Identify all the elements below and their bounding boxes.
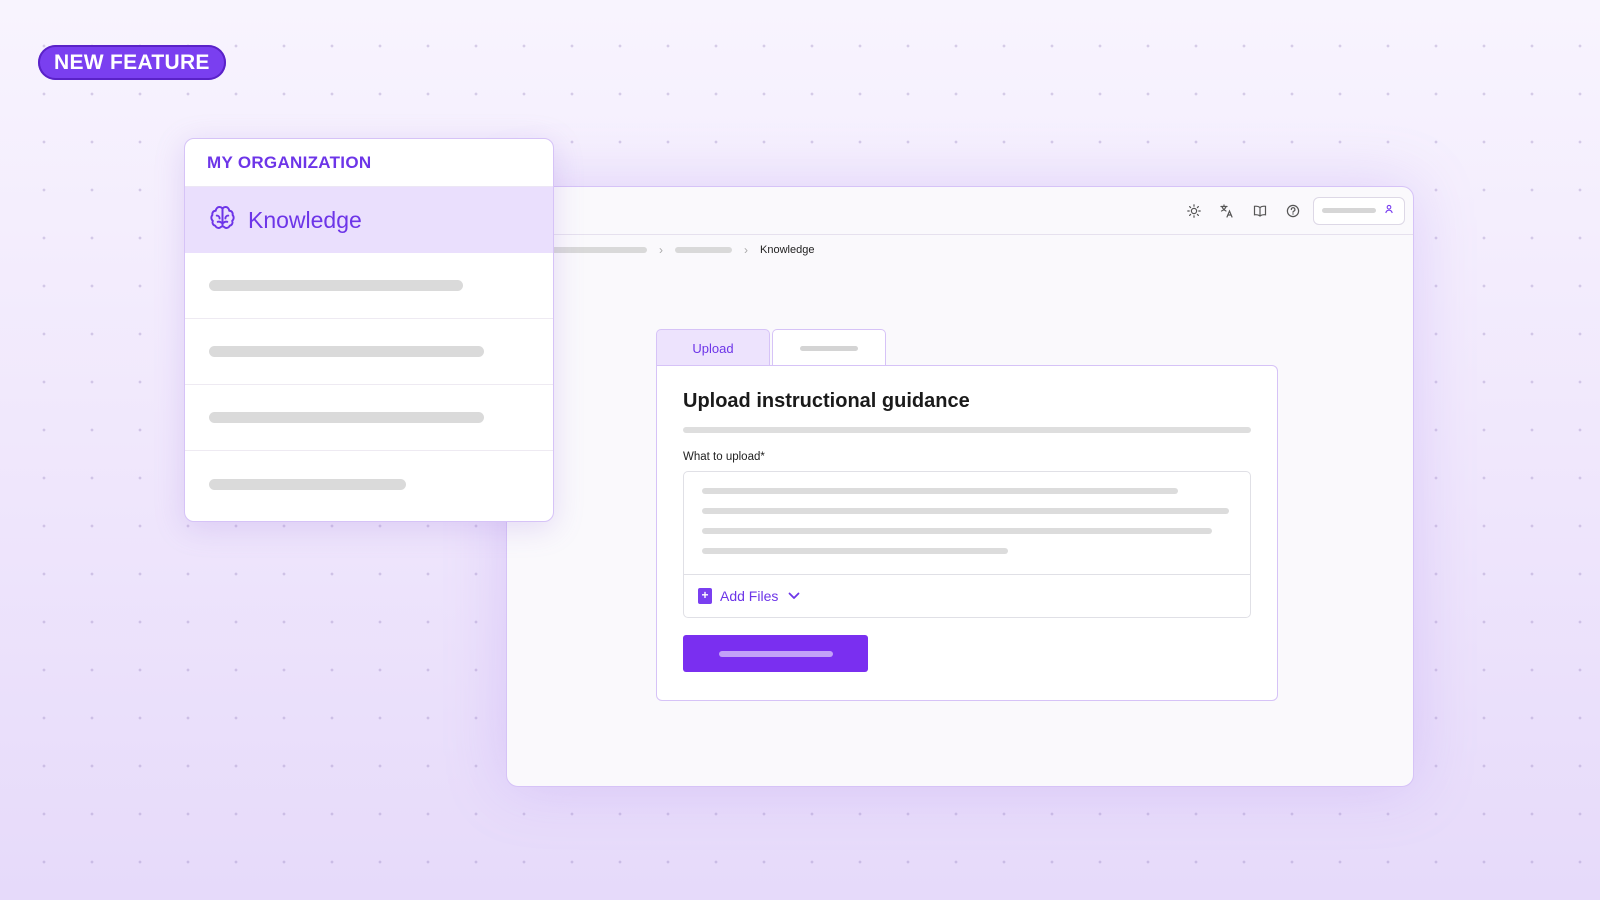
app-window: › › Knowledge Upload Upload instructiona…: [506, 186, 1414, 787]
translate-icon[interactable]: [1210, 194, 1243, 227]
sidebar-item-placeholder[interactable]: [185, 385, 553, 451]
text-line-placeholder: [702, 528, 1212, 534]
tab-upload[interactable]: Upload: [656, 329, 770, 366]
text-line-placeholder: [702, 548, 1008, 554]
tab-label-placeholder: [800, 345, 858, 351]
sidebar-item-placeholder[interactable]: [185, 319, 553, 385]
file-add-icon: +: [698, 588, 712, 604]
sidebar-item-placeholder[interactable]: [185, 451, 553, 517]
item-label-placeholder: [209, 280, 463, 291]
field-label: What to upload*: [683, 451, 765, 463]
tab-bar: Upload: [656, 329, 886, 366]
submit-button[interactable]: [683, 635, 868, 672]
top-bar: [507, 187, 1413, 235]
textarea-content-placeholder: [684, 472, 1250, 554]
add-files-button[interactable]: + Add Files: [684, 574, 1250, 617]
book-icon[interactable]: [1243, 194, 1276, 227]
text-line-placeholder: [702, 508, 1229, 514]
add-files-label: Add Files: [720, 588, 779, 604]
organization-panel: MY ORGANIZATION Knowledge: [184, 138, 554, 522]
description-placeholder: [683, 427, 1251, 433]
tab-placeholder[interactable]: [772, 329, 886, 366]
user-menu[interactable]: [1313, 196, 1405, 225]
breadcrumb-item-placeholder[interactable]: [675, 247, 732, 253]
submit-label-placeholder: [718, 650, 833, 657]
breadcrumb-item-placeholder[interactable]: [547, 247, 647, 253]
new-feature-badge: NEW FEATURE: [38, 45, 226, 80]
chevron-down-icon: [788, 589, 800, 603]
help-icon[interactable]: [1276, 194, 1309, 227]
item-label-placeholder: [209, 478, 406, 490]
breadcrumb: › › Knowledge: [547, 243, 814, 257]
item-label-placeholder: [209, 346, 484, 357]
upload-card: Upload instructional guidance What to up…: [656, 365, 1278, 701]
text-line-placeholder: [702, 488, 1178, 494]
brain-icon: [209, 204, 236, 237]
item-label-placeholder: [209, 412, 484, 423]
panel-heading: MY ORGANIZATION: [185, 139, 553, 187]
sidebar-item-placeholder[interactable]: [185, 253, 553, 319]
sidebar-item-label: Knowledge: [248, 206, 362, 233]
sun-icon[interactable]: [1177, 194, 1210, 227]
user-name-placeholder: [1322, 208, 1376, 213]
user-icon: [1384, 204, 1394, 217]
sidebar-item-knowledge[interactable]: Knowledge: [185, 187, 553, 253]
chevron-right-icon: ›: [659, 243, 663, 257]
chevron-right-icon: ›: [744, 243, 748, 257]
card-title: Upload instructional guidance: [683, 390, 970, 412]
upload-textarea[interactable]: + Add Files: [683, 471, 1251, 618]
breadcrumb-current: Knowledge: [760, 244, 815, 256]
